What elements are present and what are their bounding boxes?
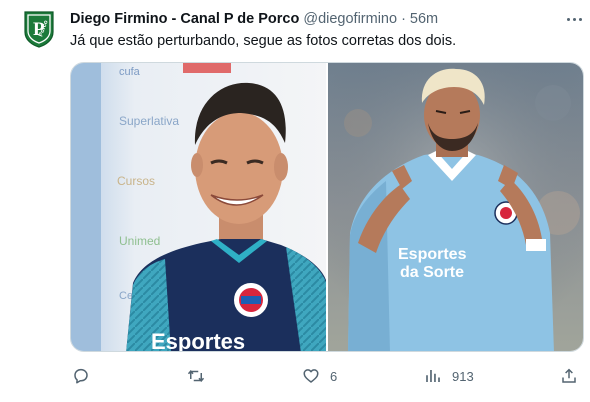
share-button[interactable] bbox=[560, 365, 578, 387]
views-button[interactable]: 913 bbox=[424, 365, 474, 387]
author-handle[interactable]: @diegofirmino bbox=[303, 11, 397, 27]
shirt-sponsor-text: Esportes bbox=[151, 329, 245, 351]
retweet-button[interactable] bbox=[186, 365, 206, 387]
like-button[interactable]: 6 bbox=[302, 365, 337, 387]
backdrop-text: cufa bbox=[119, 66, 141, 78]
heart-icon bbox=[303, 369, 319, 383]
tweet-actions: 6 913 bbox=[70, 365, 584, 387]
more-options-icon[interactable] bbox=[562, 11, 586, 27]
photo-celebrating-player[interactable]: Esportes da Sorte bbox=[328, 63, 583, 351]
backdrop-text: Superlativa bbox=[119, 114, 179, 128]
tweet-header: Diego Firmino - Canal P de Porco @diegof… bbox=[70, 9, 438, 29]
photo-left-image: cufa Superlativa Cursos Unimed CenterCas… bbox=[71, 63, 326, 351]
pig-shield-logo-icon: P Porco bbox=[24, 11, 54, 48]
photo-right-image: Esportes da Sorte bbox=[328, 63, 583, 351]
views-count: 913 bbox=[452, 368, 474, 384]
backdrop-text: Unimed bbox=[119, 234, 160, 248]
author-name[interactable]: Diego Firmino - Canal P de Porco bbox=[70, 11, 299, 27]
reply-button[interactable] bbox=[72, 365, 90, 387]
tweet-text: Já que estão perturbando, segue as fotos… bbox=[70, 33, 457, 49]
like-count: 6 bbox=[330, 368, 338, 384]
separator-dot: · bbox=[401, 11, 406, 27]
reply-icon bbox=[74, 368, 88, 384]
shirt-sponsor-line2: da Sorte bbox=[400, 264, 464, 281]
shirt-sponsor-line1: Esportes bbox=[398, 246, 467, 263]
media-grid: cufa Superlativa Cursos Unimed CenterCas… bbox=[70, 62, 584, 352]
timestamp[interactable]: 56m bbox=[410, 11, 438, 27]
avatar[interactable]: P Porco bbox=[22, 10, 56, 48]
tweet-card[interactable]: P Porco Diego Firmino - Canal P de Porco… bbox=[0, 0, 590, 402]
retweet-icon bbox=[187, 369, 205, 383]
views-bar-chart-icon bbox=[426, 370, 440, 382]
photo-smiling-player[interactable]: cufa Superlativa Cursos Unimed CenterCas… bbox=[71, 63, 326, 351]
share-icon bbox=[562, 368, 576, 383]
backdrop-text: Cursos bbox=[117, 174, 155, 188]
